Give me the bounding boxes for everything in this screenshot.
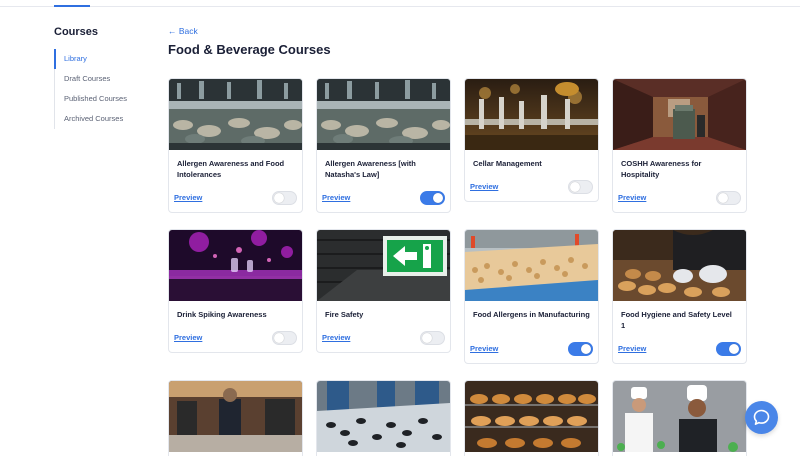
seafood-counter-photo	[317, 79, 450, 150]
conveyor-nuts-photo	[465, 230, 598, 301]
sidebar-item-published-courses[interactable]: Published Courses	[55, 89, 164, 109]
course-title: COSHH Awareness for Hospitality	[621, 159, 702, 179]
course-footer: Preview	[613, 186, 746, 212]
kitchen-chef-photo	[169, 381, 302, 452]
course-footer: Preview	[169, 326, 302, 352]
course-toggle[interactable]	[420, 191, 445, 205]
preview-link[interactable]: Preview	[470, 182, 498, 191]
course-card	[464, 380, 599, 456]
preview-link[interactable]: Preview	[322, 333, 350, 342]
toggle-knob	[274, 333, 284, 343]
course-image	[169, 381, 302, 452]
help-chat-button[interactable]	[745, 401, 778, 434]
preview-link[interactable]: Preview	[174, 333, 202, 342]
toggle-knob	[718, 193, 728, 203]
course-card	[612, 380, 747, 456]
preview-link[interactable]: Preview	[174, 193, 202, 202]
baker-gloves-photo	[613, 230, 746, 301]
course-footer: Preview	[169, 186, 302, 212]
mussels-conveyor-photo	[317, 381, 450, 452]
course-card: Food Hygiene and Safety Level 1 Preview	[612, 229, 747, 364]
course-card: COSHH Awareness for Hospitality Preview	[612, 78, 747, 213]
course-image	[613, 381, 746, 452]
course-title: Drink Spiking Awareness	[177, 310, 267, 319]
sidebar-item-archived-courses[interactable]: Archived Courses	[55, 109, 164, 129]
course-title: Food Allergens in Manufacturing	[473, 310, 590, 319]
course-image	[465, 381, 598, 452]
toggle-knob	[433, 193, 443, 203]
course-image	[613, 230, 746, 301]
preview-link[interactable]: Preview	[322, 193, 350, 202]
preview-link[interactable]: Preview	[618, 193, 646, 202]
course-card: Allergen Awareness [with Natasha's Law] …	[316, 78, 451, 213]
course-card: Cellar Management Preview	[464, 78, 599, 202]
course-card: Food Allergens in Manufacturing Preview	[464, 229, 599, 364]
course-footer: Preview	[317, 186, 450, 212]
course-image	[465, 230, 598, 301]
sidebar-list: Library Draft Courses Published Courses …	[54, 49, 164, 129]
course-toggle[interactable]	[272, 191, 297, 205]
toggle-knob	[581, 344, 591, 354]
course-image	[613, 79, 746, 150]
course-card: Allergen Awareness and Food Intolerances…	[168, 78, 303, 213]
course-card: Fire Safety Preview	[316, 229, 451, 353]
sidebar-item-draft-courses[interactable]: Draft Courses	[55, 69, 164, 89]
course-footer: Preview	[465, 337, 598, 363]
toggle-knob	[729, 344, 739, 354]
back-link[interactable]: ← Back	[168, 26, 198, 36]
course-title: Cellar Management	[473, 159, 542, 168]
sidebar-item-library[interactable]: Library	[54, 49, 164, 69]
course-toggle[interactable]	[568, 180, 593, 194]
chat-bubble-icon	[753, 409, 770, 425]
course-toggle[interactable]	[420, 331, 445, 345]
top-divider	[0, 6, 800, 7]
sidebar: Courses Library Draft Courses Published …	[54, 26, 164, 129]
course-title: Allergen Awareness and Food Intolerances	[177, 159, 285, 179]
seafood-counter-photo	[169, 79, 302, 150]
course-image	[317, 79, 450, 150]
course-footer: Preview	[317, 326, 450, 352]
bread-rack-photo	[465, 381, 598, 452]
course-toggle[interactable]	[568, 342, 593, 356]
course-card	[316, 380, 451, 456]
course-card: Drink Spiking Awareness Preview	[168, 229, 303, 353]
preview-link[interactable]: Preview	[470, 344, 498, 353]
course-title: Food Hygiene and Safety Level 1	[621, 310, 732, 330]
hotel-corridor-cart-photo	[613, 79, 746, 150]
course-toggle[interactable]	[716, 342, 741, 356]
sidebar-title: Courses	[54, 26, 99, 38]
chefs-portrait-photo	[613, 381, 746, 452]
course-title: Allergen Awareness [with Natasha's Law]	[325, 159, 416, 179]
nightclub-bar-photo	[169, 230, 302, 301]
toggle-knob	[570, 182, 580, 192]
course-image	[169, 230, 302, 301]
course-image	[317, 230, 450, 301]
course-image	[169, 79, 302, 150]
toggle-knob	[274, 193, 284, 203]
top-tab-indicator	[54, 5, 90, 7]
preview-link[interactable]: Preview	[618, 344, 646, 353]
course-footer: Preview	[613, 337, 746, 363]
course-footer: Preview	[465, 175, 598, 201]
course-toggle[interactable]	[716, 191, 741, 205]
course-image	[465, 79, 598, 150]
course-title: Fire Safety	[325, 310, 364, 319]
page-title: Food & Beverage Courses	[168, 42, 331, 57]
toggle-knob	[422, 333, 432, 343]
exit-sign-photo	[317, 230, 450, 301]
course-toggle[interactable]	[272, 331, 297, 345]
course-image	[317, 381, 450, 452]
beer-taps-photo	[465, 79, 598, 150]
course-card	[168, 380, 303, 456]
